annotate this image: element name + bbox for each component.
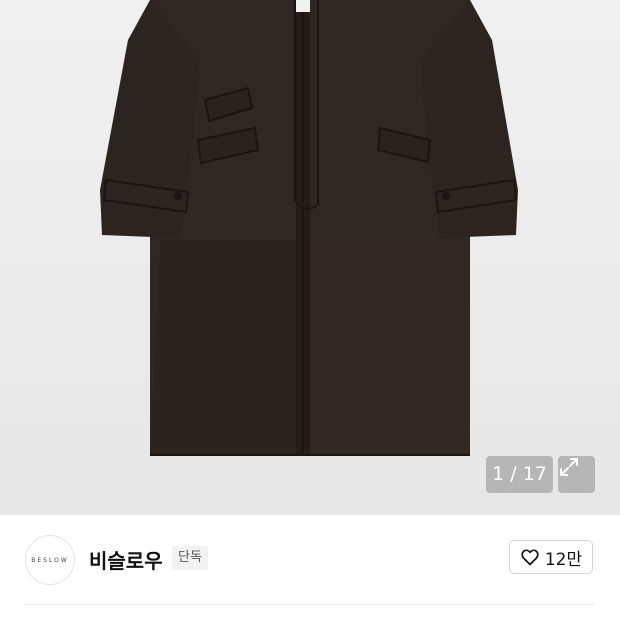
coat-illustration	[100, 0, 518, 456]
image-counter: 1 / 17	[486, 456, 553, 493]
brand-name[interactable]: 비슬로우	[89, 545, 163, 574]
expand-icon	[560, 458, 578, 476]
brand-logo-text: BESLOW	[31, 556, 69, 564]
exclusive-badge: 단독	[172, 546, 208, 570]
divider	[25, 604, 595, 605]
expand-button[interactable]	[558, 456, 595, 493]
like-button[interactable]: 12만	[509, 540, 593, 574]
product-image[interactable]: 1 / 17	[0, 0, 620, 515]
brand-logo[interactable]: BESLOW	[25, 535, 75, 585]
like-count: 12만	[544, 549, 583, 570]
heart-outline-icon	[521, 549, 539, 566]
brand-bar: BESLOW 비슬로우 단독 12만	[0, 515, 620, 620]
